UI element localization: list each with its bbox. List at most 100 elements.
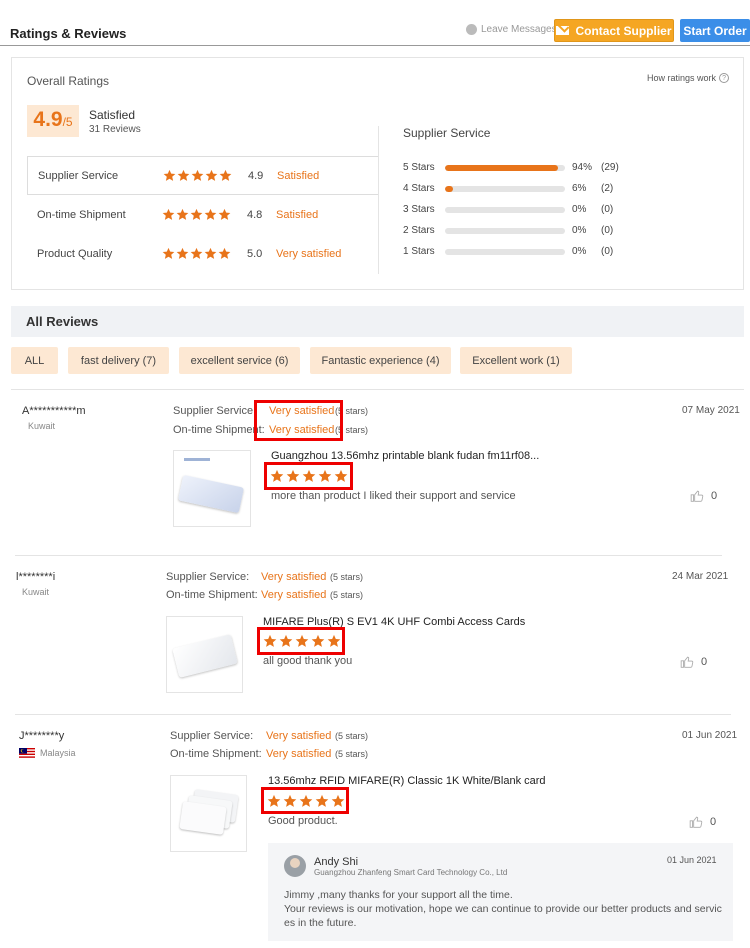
filter-chip-all[interactable]: ALL: [11, 347, 58, 374]
star-icon: [218, 247, 231, 260]
start-order-button[interactable]: Start Order: [680, 19, 750, 42]
category-stars: [163, 169, 232, 182]
overall-score-badge: 4.9 /5: [27, 105, 79, 137]
all-reviews-title: All Reviews: [26, 314, 99, 329]
thumbs-up-icon: [689, 815, 703, 829]
star-distribution-row: 5 Stars 94% (29): [403, 157, 633, 178]
leave-messages-label: Leave Messages: [481, 24, 557, 35]
star-level-label: 4 Stars: [403, 183, 435, 194]
like-button[interactable]: 0: [690, 489, 717, 503]
category-label: Supplier Service: [38, 169, 119, 182]
star-distribution-row: 3 Stars 0% (0): [403, 199, 633, 220]
star-level-label: 3 Stars: [403, 204, 435, 215]
star-icon: [163, 169, 176, 182]
distribution-bar: [445, 185, 565, 192]
filter-chip-fantastic-experience[interactable]: Fantastic experience (4): [310, 347, 451, 374]
overall-ratings-title: Overall Ratings: [27, 74, 110, 88]
category-value: 5.0: [247, 247, 263, 260]
reviewer-country: Malaysia: [19, 748, 76, 758]
like-button[interactable]: 0: [680, 655, 707, 669]
filter-chip-fast-delivery[interactable]: fast delivery (7): [68, 347, 169, 374]
message-icon: [466, 24, 477, 35]
star-icon: [218, 208, 231, 221]
star-level-label: 1 Stars: [403, 246, 435, 257]
star-icon: [190, 247, 203, 260]
category-label: On-time Shipment: [37, 208, 126, 221]
product-thumbnail[interactable]: [166, 616, 243, 693]
supplier-service-value: Very satisfied: [261, 571, 327, 583]
overall-score: 4.9: [33, 108, 63, 131]
distribution-bar: [445, 164, 565, 171]
reviewer-name: J********y: [19, 730, 65, 742]
on-time-shipment-label: On-time Shipment:: [170, 748, 262, 760]
distribution-percent: 0%: [572, 225, 587, 236]
country-label: Malaysia: [40, 748, 76, 758]
reply-author: Andy Shi: [314, 856, 359, 868]
highlight-box: [257, 627, 345, 655]
distribution-bar-fill: [445, 164, 558, 171]
category-value: 4.9: [248, 169, 264, 182]
distribution-count: (0): [601, 225, 614, 236]
distribution-percent: 6%: [572, 183, 587, 194]
review-count: 31 Reviews: [89, 124, 141, 135]
review-date: 01 Jun 2021: [682, 730, 738, 741]
category-label: Product Quality: [37, 247, 113, 260]
star-icon: [204, 208, 217, 221]
malaysia-flag-icon: [19, 748, 35, 758]
distribution-count: (0): [601, 246, 614, 257]
reply-line: es in the future.: [284, 917, 357, 929]
review-date: 07 May 2021: [682, 405, 740, 416]
highlight-box: [264, 462, 353, 490]
like-count: 0: [710, 816, 717, 828]
brand-logo: [184, 458, 210, 461]
reviewer-country: Kuwait: [22, 587, 49, 597]
category-word: Satisfied: [277, 169, 320, 182]
avatar: [284, 855, 306, 877]
reply-line: Jimmy ,many thanks for your support all …: [284, 889, 513, 901]
category-stars: [162, 247, 231, 260]
country-label: Kuwait: [28, 421, 56, 431]
reply-company: Guangzhou Zhanfeng Smart Card Technology…: [314, 868, 508, 877]
review-date: 24 Mar 2021: [672, 571, 729, 582]
category-row-product-quality: Product Quality 5.0 Very satisfied: [27, 234, 378, 273]
supplier-service-stars: (5 stars): [330, 572, 364, 582]
star-icon: [176, 208, 189, 221]
all-reviews-bar: [11, 306, 744, 337]
review-divider: [15, 714, 731, 715]
supplier-service-label: Supplier Service:: [166, 571, 250, 583]
header-divider: [0, 45, 750, 46]
star-icon: [205, 169, 218, 182]
star-level-label: 2 Stars: [403, 225, 435, 236]
mail-icon: [556, 26, 570, 35]
supplier-service-title: Supplier Service: [403, 126, 491, 140]
contact-supplier-button[interactable]: Contact Supplier: [554, 19, 674, 42]
overall-score-max: /5: [62, 115, 73, 129]
highlight-box: [261, 787, 349, 814]
thumbs-up-icon: [690, 489, 704, 503]
filter-chip-excellent-work[interactable]: Excellent work (1): [460, 347, 572, 374]
highlight-box: [254, 400, 343, 441]
thumbs-up-icon: [680, 655, 694, 669]
leave-messages-link[interactable]: Leave Messages: [466, 24, 557, 35]
review-divider: [15, 555, 722, 556]
how-ratings-work-link[interactable]: How ratings work ?: [647, 73, 730, 83]
filter-chip-excellent-service[interactable]: excellent service (6): [179, 347, 300, 374]
on-time-shipment-value: Very satisfied: [266, 748, 332, 760]
distribution-count: (0): [601, 204, 614, 215]
reviewer-country: Kuwait: [28, 421, 55, 431]
on-time-shipment-label: On-time Shipment:: [166, 589, 258, 601]
reviews-divider: [11, 389, 744, 390]
product-title[interactable]: Guangzhou 13.56mhz printable blank fudan…: [271, 450, 539, 462]
supplier-service-stars: (5 stars): [335, 731, 369, 741]
star-distribution-row: 2 Stars 0% (0): [403, 220, 633, 241]
reviewer-name: l********i: [16, 571, 56, 583]
product-thumbnail[interactable]: [170, 775, 247, 852]
product-thumbnail[interactable]: [173, 450, 251, 527]
like-button[interactable]: 0: [689, 815, 716, 829]
reply-text: Jimmy ,many thanks for your support all …: [284, 888, 724, 930]
star-distribution-row: 1 Stars 0% (0): [403, 241, 633, 262]
review-text: more than product I liked their support …: [271, 490, 516, 502]
product-title[interactable]: 13.56mhz RFID MIFARE(R) Classic 1K White…: [268, 775, 546, 787]
reply-line: Your reviews is our motivation, hope we …: [284, 903, 722, 915]
like-count: 0: [701, 656, 708, 668]
